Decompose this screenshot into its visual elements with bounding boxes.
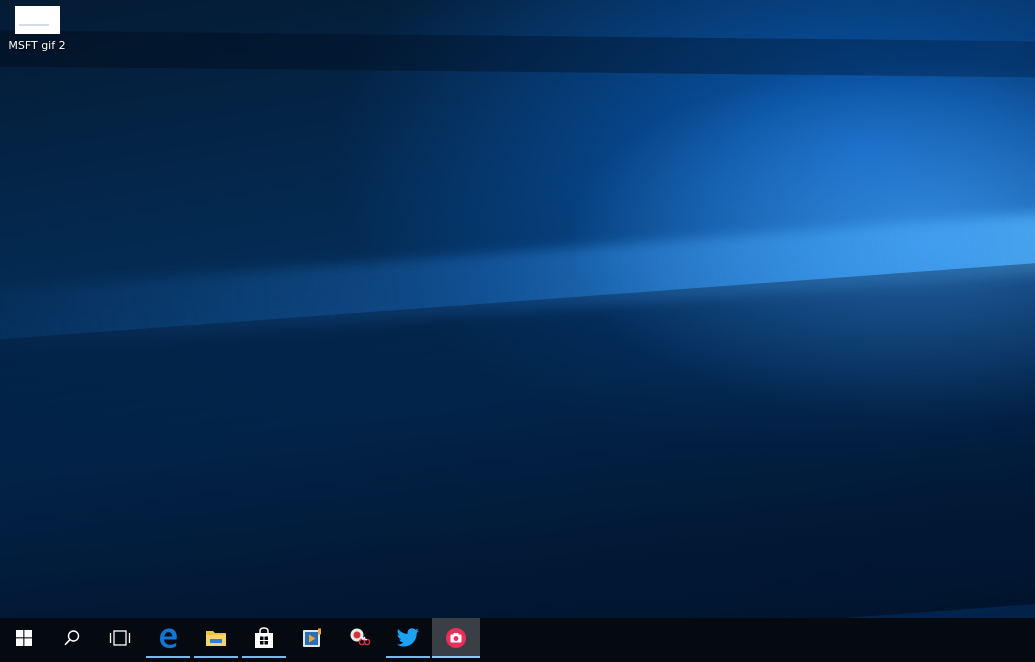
taskbar-store[interactable] — [240, 618, 288, 658]
snipping-tool-icon — [348, 627, 372, 649]
task-view-button[interactable] — [96, 618, 144, 658]
wallpaper-band — [0, 30, 1035, 78]
taskbar-camera[interactable] — [432, 618, 480, 658]
desktop-icon-msft-gif-2[interactable]: MSFT gif 2 — [4, 4, 70, 60]
image-file-icon — [14, 6, 60, 34]
taskbar-twitter[interactable] — [384, 618, 432, 658]
desktop-background: MSFT gif 2 — [0, 0, 1035, 618]
twitter-icon — [396, 628, 420, 648]
taskbar-edge[interactable] — [144, 618, 192, 658]
windows-logo-icon — [16, 630, 32, 646]
desktop-icon-label: MSFT gif 2 — [8, 39, 66, 52]
taskbar-file-explorer[interactable] — [192, 618, 240, 658]
search-button[interactable] — [48, 618, 96, 658]
taskbar-snipping-tool[interactable] — [336, 618, 384, 658]
edge-icon — [157, 627, 179, 649]
camera-icon — [445, 627, 467, 649]
start-button[interactable] — [0, 618, 48, 658]
taskbar-media-player[interactable] — [288, 618, 336, 658]
media-player-icon — [301, 627, 323, 649]
task-view-icon — [109, 630, 131, 646]
taskbar — [0, 618, 1035, 662]
folder-icon — [205, 628, 227, 648]
store-icon — [254, 627, 274, 649]
search-icon — [63, 629, 81, 647]
